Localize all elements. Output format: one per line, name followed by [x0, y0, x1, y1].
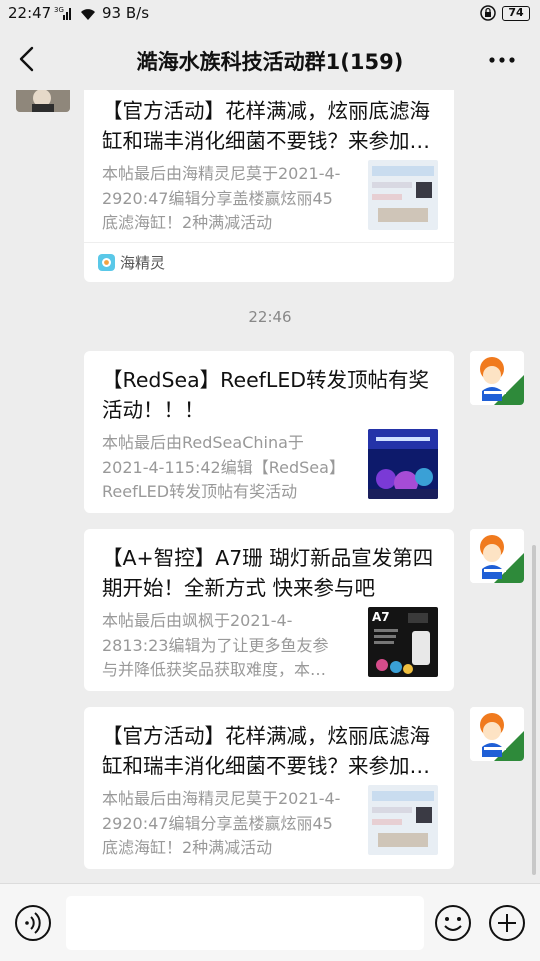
- link-card[interactable]: 【RedSea】ReefLED转发顶帖有奖活动！！！ 本帖最后由RedSeaCh…: [84, 351, 454, 513]
- link-card-thumbnail: A7: [368, 607, 438, 677]
- status-time: 22:47: [8, 4, 52, 22]
- emoji-icon[interactable]: [434, 904, 472, 942]
- my-avatar-image: [470, 529, 524, 583]
- my-avatar-image: [470, 351, 524, 405]
- link-card-description: 本帖最后由海精灵尼莫于2021-4-2920:47编辑分享盖楼赢炫丽45底滤海缸…: [102, 789, 341, 857]
- message-outgoing: 【RedSea】ReefLED转发顶帖有奖活动！！！ 本帖最后由RedSeaCh…: [0, 351, 540, 513]
- network-type-label: 3G: [54, 6, 64, 14]
- message-list[interactable]: 【官方活动】花样满减，炫丽底滤海缸和瑞丰消化细菌不要钱？来参加海精灵盖楼活动吧 …: [0, 90, 540, 883]
- sender-avatar-image: [16, 90, 70, 112]
- voice-icon[interactable]: [14, 904, 52, 942]
- link-card-description: 本帖最后由RedSeaChina于2021-4-115:42编辑【RedSea】…: [102, 433, 337, 501]
- battery-icon: 74: [502, 6, 530, 21]
- message-input[interactable]: [66, 896, 424, 950]
- thumbnail-label: A7: [372, 610, 390, 624]
- link-card-thumbnail: [368, 429, 438, 499]
- message-outgoing: 【官方活动】花样满减，炫丽底滤海缸和瑞丰消化细菌不要钱？来参加海精灵盖楼活动吧 …: [0, 707, 540, 869]
- chat-header: 澔海水族科技活动群1(159): [0, 28, 540, 90]
- link-card-title: 【A+智控】A7珊 瑚灯新品宣发第四期开始！全新方式 快来参与吧: [102, 546, 434, 600]
- wifi-icon: [81, 9, 95, 20]
- input-bar: [0, 883, 540, 961]
- avatar[interactable]: [470, 529, 524, 583]
- mini-program-icon: [98, 254, 115, 271]
- link-card[interactable]: 【官方活动】花样满减，炫丽底滤海缸和瑞丰消化细菌不要钱？来参加海精灵盖楼活动吧 …: [84, 707, 454, 869]
- more-button[interactable]: [486, 46, 518, 74]
- message-outgoing: 【A+智控】A7珊 瑚灯新品宣发第四期开始！全新方式 快来参与吧 本帖最后由飒枫…: [0, 529, 540, 691]
- plus-icon[interactable]: [488, 904, 526, 942]
- back-button[interactable]: [14, 44, 40, 74]
- link-card[interactable]: 【A+智控】A7珊 瑚灯新品宣发第四期开始！全新方式 快来参与吧 本帖最后由飒枫…: [84, 529, 454, 691]
- message-timestamp: 22:46: [248, 308, 292, 326]
- link-card-title: 【RedSea】ReefLED转发顶帖有奖活动！！！: [102, 368, 430, 422]
- my-avatar-image: [470, 707, 524, 761]
- avatar[interactable]: [470, 707, 524, 761]
- status-bar: 22:47 3G 93 B/s 74: [0, 0, 540, 28]
- link-card-title: 【官方活动】花样满减，炫丽底滤海缸和瑞丰消化细菌不要钱？来参加海精灵盖楼活动吧: [102, 724, 430, 778]
- cell-signal-icon: 3G: [54, 6, 71, 20]
- link-card-source: 海精灵: [120, 254, 166, 272]
- scrollbar[interactable]: [532, 545, 536, 875]
- link-card-footer: 海精灵: [84, 242, 454, 282]
- link-card[interactable]: 【官方活动】花样满减，炫丽底滤海缸和瑞丰消化细菌不要钱？来参加海精灵盖楼活动吧 …: [84, 90, 454, 282]
- link-card-title: 【官方活动】花样满减，炫丽底滤海缸和瑞丰消化细菌不要钱？来参加海精灵盖楼活动吧: [102, 99, 430, 153]
- chat-title: 澔海水族科技活动群1(159): [136, 50, 404, 74]
- link-card-description: 本帖最后由海精灵尼莫于2021-4-2920:47编辑分享盖楼赢炫丽45底滤海缸…: [102, 164, 341, 232]
- link-card-thumbnail: [368, 160, 438, 230]
- avatar[interactable]: [470, 351, 524, 405]
- avatar[interactable]: [16, 90, 70, 112]
- link-card-description: 本帖最后由飒枫于2021-4-2813:23编辑为了让更多鱼友参与并降低获奖品获…: [102, 611, 342, 679]
- link-card-thumbnail: [368, 785, 438, 855]
- rotation-lock-icon: [480, 5, 496, 21]
- message-incoming: 【官方活动】花样满减，炫丽底滤海缸和瑞丰消化细菌不要钱？来参加海精灵盖楼活动吧 …: [0, 90, 540, 282]
- network-speed: 93 B/s: [102, 4, 150, 22]
